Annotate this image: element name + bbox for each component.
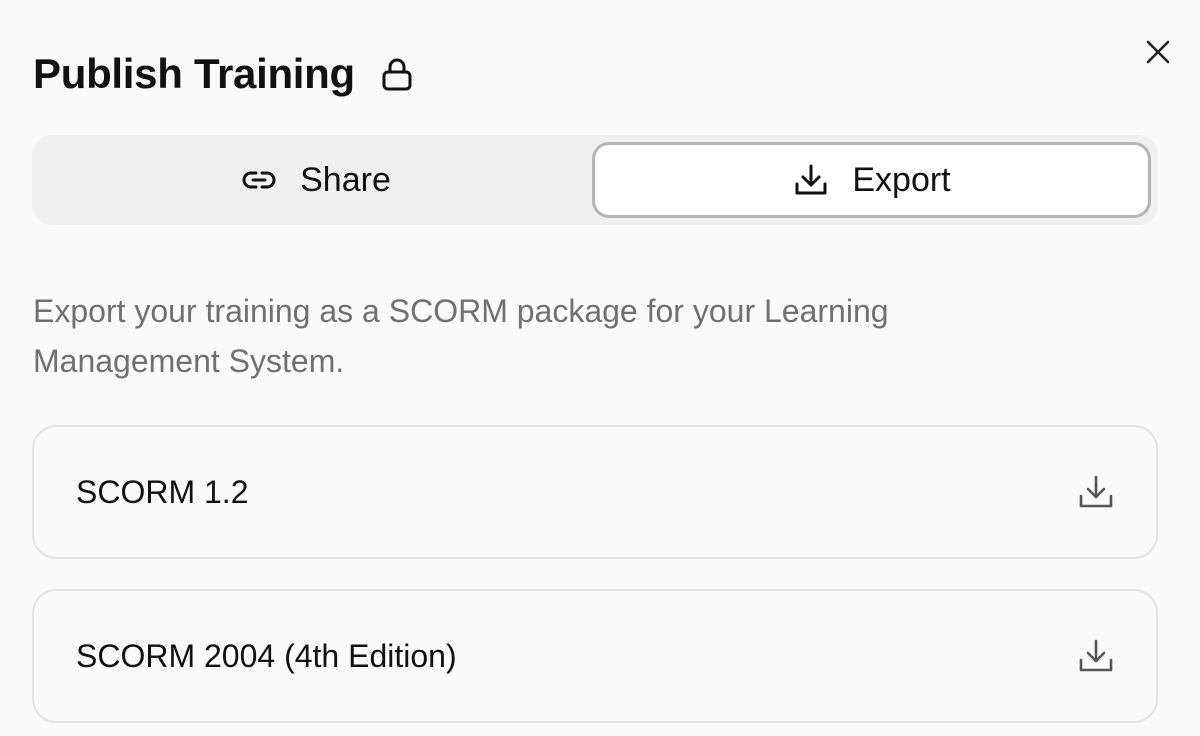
download-icon[interactable] [1076,472,1116,512]
scorm-12-option[interactable]: SCORM 1.2 [32,425,1158,559]
publish-training-dialog: Publish Training Share Export Export you… [0,0,1200,736]
tab-export[interactable]: Export [592,142,1151,218]
tab-share[interactable]: Share [39,142,592,218]
link-icon [240,161,278,199]
dialog-header: Publish Training [33,46,415,102]
option-label: SCORM 2004 (4th Edition) [76,637,457,674]
publish-mode-tabs: Share Export [32,135,1158,225]
tab-export-label: Export [852,160,951,199]
lock-icon [379,56,415,92]
scorm-2004-option[interactable]: SCORM 2004 (4th Edition) [32,589,1158,723]
close-button[interactable] [1138,32,1178,72]
download-icon[interactable] [1076,636,1116,676]
option-label: SCORM 1.2 [76,473,249,510]
dialog-title: Publish Training [33,50,355,97]
close-icon [1144,38,1172,66]
export-description: Export your training as a SCORM package … [33,293,889,379]
tab-share-label: Share [300,160,391,199]
download-icon [792,161,830,199]
